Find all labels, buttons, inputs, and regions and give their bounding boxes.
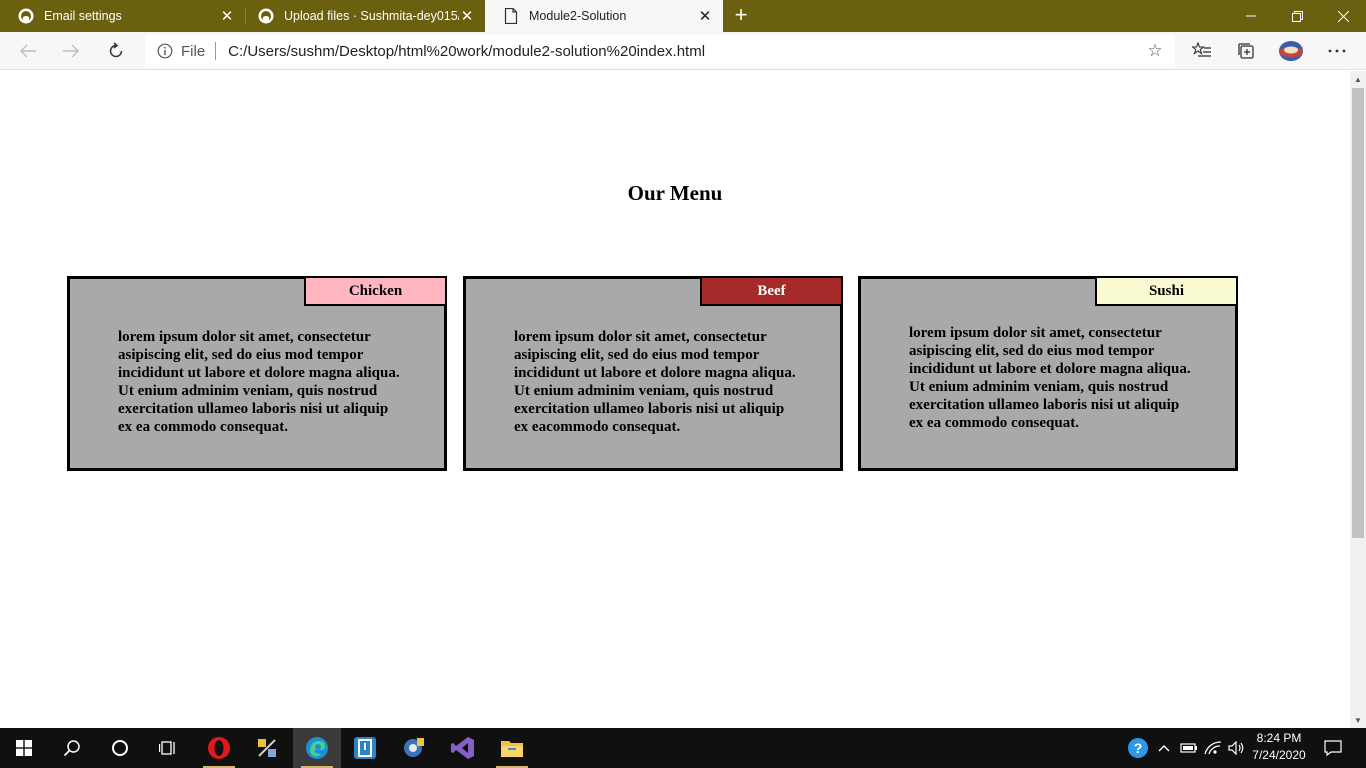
notification-center-icon[interactable]	[1318, 728, 1348, 768]
restore-button[interactable]	[1274, 0, 1320, 32]
github-icon	[18, 8, 34, 24]
address-bar[interactable]: File C:/Users/sushm/Desktop/html%20work/…	[145, 35, 1175, 67]
back-arrow-icon	[20, 44, 36, 58]
scroll-down-arrow-icon[interactable]: ▼	[1350, 714, 1366, 726]
forward-button[interactable]	[57, 37, 85, 65]
show-hidden-icons-chevron-up-icon[interactable]	[1154, 728, 1174, 768]
new-tab-button[interactable]: +	[730, 4, 752, 26]
card-text: lorem ipsum dolor sit amet, consectetur …	[909, 325, 1191, 431]
favorites-list-icon	[1192, 42, 1211, 57]
cortana-icon[interactable]	[96, 728, 144, 768]
help-icon[interactable]: ?	[1124, 728, 1152, 768]
close-icon	[1337, 10, 1349, 22]
photo-app-icon[interactable]	[390, 728, 438, 768]
collections-button[interactable]	[1232, 37, 1260, 65]
close-icon[interactable]: ✕	[459, 8, 475, 25]
tab-title: Module2-Solution	[529, 9, 627, 23]
profile-button[interactable]	[1277, 37, 1305, 65]
visual-studio-icon[interactable]	[439, 728, 487, 768]
tools-icon[interactable]	[243, 728, 291, 768]
scroll-thumb[interactable]	[1352, 88, 1364, 538]
refresh-button[interactable]	[102, 37, 130, 65]
app-icon[interactable]	[341, 728, 389, 768]
close-icon[interactable]: ✕	[697, 8, 713, 25]
page-title: Our Menu	[627, 181, 723, 205]
scroll-up-arrow-icon[interactable]: ▲	[1350, 73, 1366, 85]
card-tag-beef: Beef	[700, 276, 843, 306]
browser-titlebar: Email settings ✕ Upload files · Sushmita…	[0, 0, 1366, 32]
opera-icon[interactable]	[195, 728, 243, 768]
favorite-star-icon[interactable]: ☆	[1145, 41, 1165, 61]
favorites-button[interactable]	[1188, 37, 1216, 65]
forward-arrow-icon	[63, 44, 79, 58]
address-url[interactable]: C:/Users/sushm/Desktop/html%20work/modul…	[228, 43, 705, 60]
card-text: lorem ipsum dolor sit amet, consectetur …	[514, 329, 796, 435]
address-divider	[215, 42, 217, 60]
clock-date: 7/24/2020	[1252, 748, 1306, 762]
windows-start-icon[interactable]	[0, 728, 48, 768]
task-view-icon[interactable]	[144, 728, 192, 768]
github-icon	[258, 8, 274, 24]
taskbar-clock[interactable]: 8:24 PM 7/24/2020	[1248, 730, 1310, 766]
tab-upload-files[interactable]: Upload files · Sushmita-dey015/M ✕	[240, 0, 485, 32]
tab-module2-solution[interactable]: Module2-Solution ✕	[485, 0, 723, 32]
file-explorer-icon[interactable]	[488, 728, 536, 768]
card-text: lorem ipsum dolor sit amet, consectetur …	[118, 329, 400, 435]
menu-card-sushi: Sushi lorem ipsum dolor sit amet, consec…	[858, 276, 1238, 471]
card-tag-sushi: Sushi	[1095, 276, 1238, 306]
tab-title: Upload files · Sushmita-dey015/M	[284, 9, 459, 23]
tab-email-settings[interactable]: Email settings ✕	[0, 0, 245, 32]
page-viewport: Our Menu Chicken lorem ipsum dolor sit a…	[0, 71, 1350, 728]
menu-card-beef: Beef lorem ipsum dolor sit amet, consect…	[463, 276, 843, 471]
vertical-scrollbar[interactable]: ▲ ▼	[1350, 71, 1366, 728]
edge-icon[interactable]	[293, 728, 341, 768]
close-icon[interactable]: ✕	[219, 8, 235, 25]
windows-taskbar: ? 8:24 PM 7/24/2020	[0, 728, 1366, 768]
back-button[interactable]	[14, 37, 42, 65]
collections-icon	[1238, 43, 1254, 59]
card-tag-chicken: Chicken	[304, 276, 447, 306]
wifi-icon[interactable]	[1202, 728, 1224, 768]
clock-time: 8:24 PM	[1256, 731, 1302, 745]
volume-icon[interactable]	[1226, 728, 1248, 768]
restore-icon	[1291, 10, 1303, 22]
minimize-button[interactable]	[1228, 0, 1274, 32]
address-scheme-label: File	[181, 42, 206, 60]
search-icon[interactable]	[48, 728, 96, 768]
browser-toolbar: File C:/Users/sushm/Desktop/html%20work/…	[0, 32, 1366, 70]
info-icon[interactable]	[157, 43, 173, 59]
tab-title: Email settings	[44, 9, 122, 23]
menu-card-chicken: Chicken lorem ipsum dolor sit amet, cons…	[67, 276, 447, 471]
settings-more-button[interactable]	[1323, 37, 1351, 65]
svg-text:?: ?	[1134, 740, 1143, 756]
avatar	[1279, 41, 1303, 61]
close-window-button[interactable]	[1320, 0, 1366, 32]
minimize-icon	[1246, 15, 1256, 17]
refresh-icon	[109, 42, 123, 58]
more-icon	[1328, 49, 1346, 53]
battery-icon[interactable]	[1178, 728, 1200, 768]
page-icon	[503, 8, 519, 24]
